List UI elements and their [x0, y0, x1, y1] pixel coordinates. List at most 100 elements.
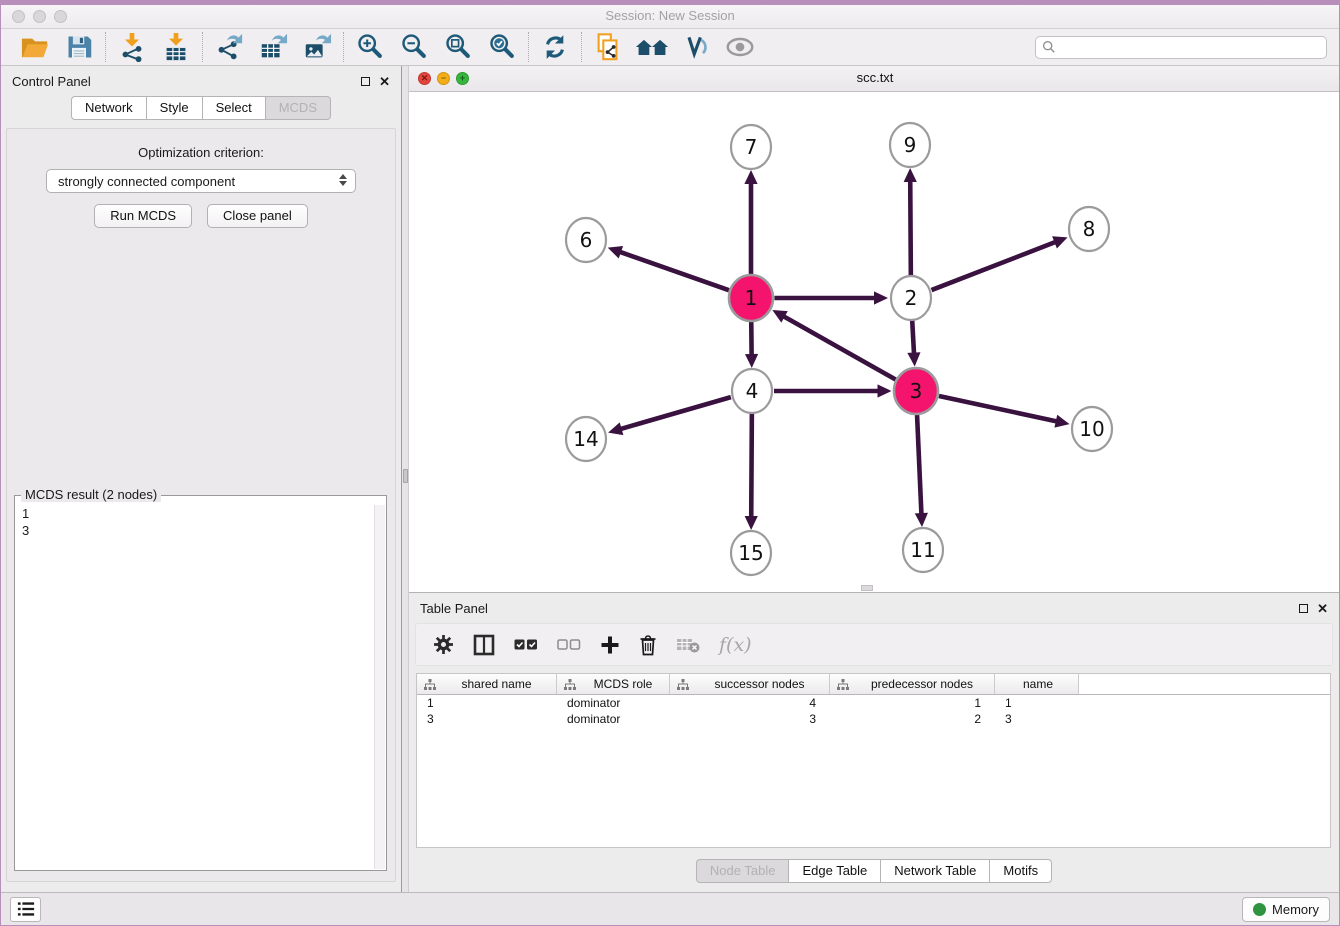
result-line: 1 — [16, 505, 374, 522]
graph-node-2[interactable]: 2 — [891, 276, 931, 320]
result-scrollbar[interactable] — [374, 505, 385, 869]
tab-style[interactable]: Style — [147, 96, 203, 120]
zoom-in-icon[interactable] — [353, 31, 387, 63]
criterion-select[interactable]: strongly connected component — [46, 169, 356, 193]
export-table-icon[interactable] — [256, 31, 290, 63]
save-session-icon[interactable] — [62, 31, 96, 63]
tree-sort-icon — [677, 679, 689, 690]
graph-node-10[interactable]: 10 — [1072, 407, 1112, 451]
arrowhead-icon — [878, 384, 892, 397]
search-input[interactable] — [1035, 36, 1327, 59]
export-image-icon[interactable] — [300, 31, 334, 63]
zoom-fit-icon[interactable] — [441, 31, 475, 63]
home-layout-icon[interactable] — [635, 31, 669, 63]
table-row[interactable]: 1dominator411 — [417, 695, 1330, 711]
node-label: 4 — [746, 379, 759, 403]
graph-node-4[interactable]: 4 — [732, 369, 772, 413]
graph-node-14[interactable]: 14 — [566, 417, 606, 461]
arrowhead-icon — [904, 168, 917, 182]
zoom-selected-icon[interactable] — [485, 31, 519, 63]
graph-edge-4-14[interactable] — [620, 397, 731, 429]
float-table-panel-icon[interactable] — [1299, 604, 1308, 613]
zoom-out-icon[interactable] — [397, 31, 431, 63]
tab-select[interactable]: Select — [203, 96, 266, 120]
graph-node-9[interactable]: 9 — [890, 123, 930, 167]
memory-button[interactable]: Memory — [1242, 897, 1330, 922]
node-label: 7 — [745, 135, 758, 159]
node-label: 11 — [910, 538, 935, 562]
graph-edge-3-1[interactable] — [783, 316, 896, 380]
app-titlebar: Session: New Session — [1, 5, 1339, 29]
mcds-result-list[interactable]: 13 — [16, 505, 374, 869]
open-session-icon[interactable] — [18, 31, 52, 63]
table-cell: 2 — [830, 712, 995, 726]
apply-style-icon[interactable] — [679, 31, 713, 63]
control-panel-title: Control Panel — [12, 74, 91, 89]
tab-mcds[interactable]: MCDS — [266, 96, 331, 120]
network-canvas[interactable]: 7 9 6 8 1 2 4 3 14 10 15 11 — [409, 92, 1340, 592]
criterion-value: strongly connected component — [58, 174, 235, 189]
column-header-successor-nodes[interactable]: successor nodes — [670, 674, 830, 694]
export-network-icon[interactable] — [212, 31, 246, 63]
network-resize-grip[interactable] — [861, 585, 873, 591]
column-header-shared-name[interactable]: shared name — [417, 674, 557, 694]
graph-node-8[interactable]: 8 — [1069, 207, 1109, 251]
arrowhead-icon — [745, 516, 758, 530]
tab-network[interactable]: Network — [71, 96, 147, 120]
table-tabs: Node TableEdge TableNetwork TableMotifs — [409, 859, 1339, 883]
graph-node-7[interactable]: 7 — [731, 125, 771, 169]
function-icon[interactable]: f(x) — [719, 632, 752, 658]
float-panel-icon[interactable] — [361, 77, 370, 86]
node-label: 6 — [580, 228, 593, 252]
delete-column-icon[interactable] — [676, 632, 700, 658]
mcds-result-title: MCDS result (2 nodes) — [21, 487, 161, 502]
table-tab-node-table[interactable]: Node Table — [696, 859, 790, 883]
graph-edge-2-8[interactable] — [932, 242, 1057, 290]
graph-node-3[interactable]: 3 — [894, 368, 938, 414]
column-header-name[interactable]: name — [995, 674, 1079, 694]
close-table-panel-icon[interactable]: ✕ — [1317, 602, 1328, 615]
splitter-grip[interactable] — [403, 469, 408, 483]
table-cell: dominator — [557, 696, 670, 710]
task-history-button[interactable] — [10, 897, 41, 922]
table-cell: 3 — [670, 712, 830, 726]
gear-icon[interactable] — [433, 632, 454, 658]
network-titlebar: ✕ − + scc.txt — [409, 66, 1340, 92]
panel-splitter[interactable] — [401, 66, 409, 892]
import-table-icon[interactable] — [159, 31, 193, 63]
graph-edge-2-9[interactable] — [910, 180, 911, 276]
column-header-MCDS-role[interactable]: MCDS role — [557, 674, 670, 694]
graph-node-1[interactable]: 1 — [729, 275, 773, 321]
trash-icon[interactable] — [639, 632, 657, 658]
unselect-all-icon[interactable] — [557, 632, 581, 658]
table-row[interactable]: 3dominator323 — [417, 711, 1330, 727]
close-panel-button[interactable]: Close panel — [207, 204, 308, 228]
control-panel: Control Panel ✕ NetworkStyleSelectMCDS O… — [1, 66, 401, 892]
graph-node-15[interactable]: 15 — [731, 531, 771, 575]
graph-edge-3-10[interactable] — [939, 396, 1058, 422]
table-cell: 1 — [995, 696, 1079, 710]
graph-edge-4-15[interactable] — [751, 413, 752, 518]
table-tab-motifs[interactable]: Motifs — [990, 859, 1052, 883]
table-tab-edge-table[interactable]: Edge Table — [789, 859, 881, 883]
import-network-icon[interactable] — [115, 31, 149, 63]
graph-edge-1-6[interactable] — [619, 252, 729, 291]
node-table[interactable]: shared nameMCDS rolesuccessor nodesprede… — [416, 673, 1331, 848]
network-graph[interactable]: 7 9 6 8 1 2 4 3 14 10 15 11 — [409, 92, 1339, 592]
add-icon[interactable] — [600, 632, 620, 658]
clone-network-icon[interactable] — [591, 31, 625, 63]
show-hide-icon[interactable] — [723, 31, 757, 63]
column-header-predecessor-nodes[interactable]: predecessor nodes — [830, 674, 995, 694]
table-tab-network-table[interactable]: Network Table — [881, 859, 990, 883]
graph-edge-2-3[interactable] — [912, 320, 914, 355]
graph-node-11[interactable]: 11 — [903, 528, 943, 572]
select-all-icon[interactable] — [514, 632, 538, 658]
columns-icon[interactable] — [473, 632, 495, 658]
arrowhead-icon — [608, 246, 623, 258]
graph-edge-3-11[interactable] — [917, 414, 921, 515]
close-panel-icon[interactable]: ✕ — [379, 75, 390, 88]
graph-node-6[interactable]: 6 — [566, 218, 606, 262]
run-mcds-button[interactable]: Run MCDS — [94, 204, 192, 228]
refresh-icon[interactable] — [538, 31, 572, 63]
arrowhead-icon — [1054, 415, 1069, 428]
